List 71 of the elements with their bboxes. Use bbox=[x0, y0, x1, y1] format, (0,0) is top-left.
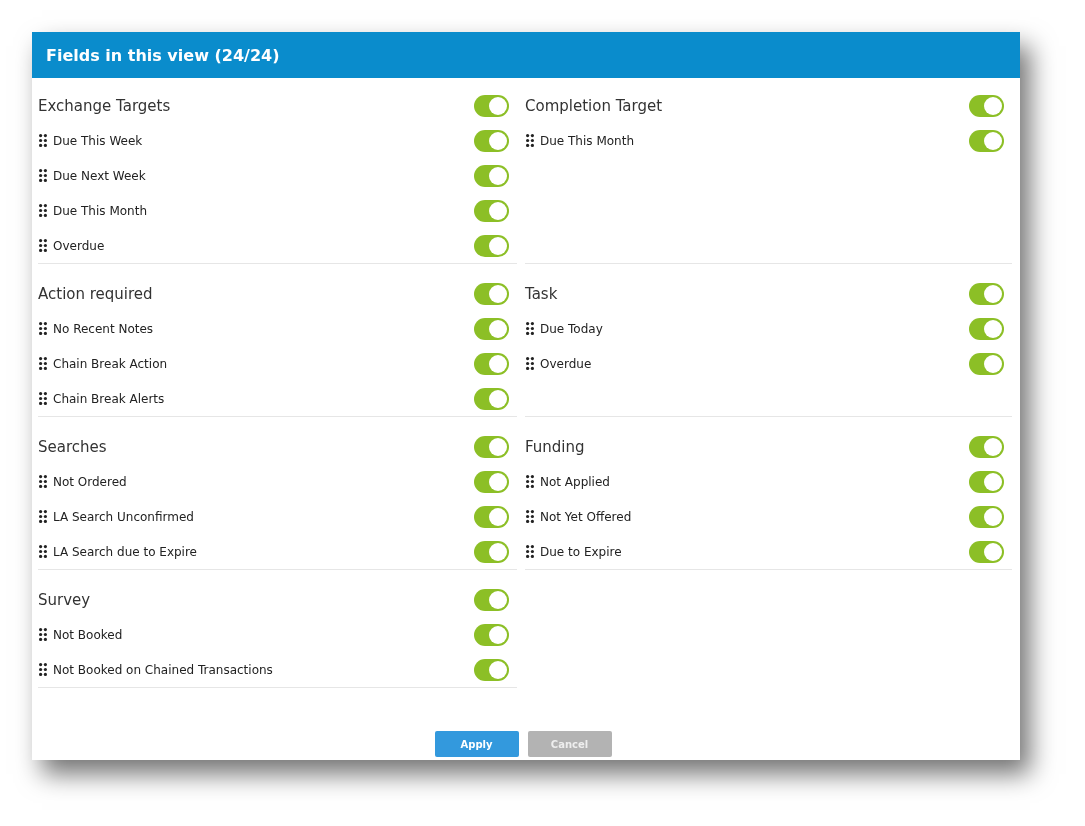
field-label: Due This Month bbox=[540, 133, 635, 148]
dialog-title: Fields in this view (24/24) bbox=[46, 45, 280, 65]
toggle-switch[interactable] bbox=[969, 505, 1004, 528]
section-title: Funding bbox=[525, 437, 586, 456]
toggle-switch[interactable] bbox=[474, 199, 509, 222]
section-title: Exchange Targets bbox=[38, 96, 172, 115]
drag-handle-icon[interactable] bbox=[39, 134, 47, 147]
toggle-switch[interactable] bbox=[474, 129, 509, 152]
drag-handle-icon[interactable] bbox=[526, 322, 534, 335]
toggle-switch[interactable] bbox=[474, 164, 509, 187]
section-title: Task bbox=[525, 284, 559, 303]
toggle-switch[interactable] bbox=[474, 588, 509, 611]
drag-handle-icon[interactable] bbox=[39, 510, 47, 523]
drag-handle-icon[interactable] bbox=[526, 134, 534, 147]
field-label: Due This Month bbox=[53, 203, 148, 218]
toggle-switch[interactable] bbox=[474, 658, 509, 681]
drag-handle-icon[interactable] bbox=[39, 628, 47, 641]
drag-handle-icon[interactable] bbox=[39, 545, 47, 558]
drag-handle-icon[interactable] bbox=[39, 392, 47, 405]
toggle-switch[interactable] bbox=[474, 317, 509, 340]
drag-handle-icon[interactable] bbox=[39, 239, 47, 252]
field-label: LA Search due to Expire bbox=[53, 544, 198, 559]
field-label: Due to Expire bbox=[540, 544, 623, 559]
toggle-switch[interactable] bbox=[474, 282, 509, 305]
field-label: Not Booked bbox=[53, 627, 124, 642]
field-label: Not Booked on Chained Transactions bbox=[53, 662, 274, 677]
toggle-switch[interactable] bbox=[474, 94, 509, 117]
drag-handle-icon[interactable] bbox=[39, 357, 47, 370]
toggle-switch[interactable] bbox=[474, 435, 509, 458]
drag-handle-icon[interactable] bbox=[526, 510, 534, 523]
field-label: Chain Break Action bbox=[53, 356, 169, 371]
toggle-switch[interactable] bbox=[969, 352, 1004, 375]
field-label: No Recent Notes bbox=[53, 321, 155, 336]
toggle-switch[interactable] bbox=[474, 470, 509, 493]
toggle-switch[interactable] bbox=[474, 540, 509, 563]
drag-handle-icon[interactable] bbox=[526, 357, 534, 370]
toggle-switch[interactable] bbox=[969, 94, 1004, 117]
drag-handle-icon[interactable] bbox=[39, 475, 47, 488]
section-title: Action required bbox=[38, 284, 154, 303]
toggle-switch[interactable] bbox=[474, 234, 509, 257]
cancel-button[interactable]: Cancel bbox=[527, 731, 612, 757]
field-label: Overdue bbox=[53, 238, 106, 253]
field-label: Overdue bbox=[540, 356, 593, 371]
drag-handle-icon[interactable] bbox=[39, 169, 47, 182]
toggle-switch[interactable] bbox=[474, 505, 509, 528]
field-label: Chain Break Alerts bbox=[53, 391, 166, 406]
drag-handle-icon[interactable] bbox=[39, 322, 47, 335]
field-label: Due This Week bbox=[53, 133, 144, 148]
toggle-switch[interactable] bbox=[969, 435, 1004, 458]
toggle-switch[interactable] bbox=[969, 282, 1004, 305]
drag-handle-icon[interactable] bbox=[39, 204, 47, 217]
toggle-switch[interactable] bbox=[474, 387, 509, 410]
apply-button[interactable]: Apply bbox=[434, 731, 519, 757]
section-title: Survey bbox=[38, 590, 92, 609]
field-label: Not Ordered bbox=[53, 474, 128, 489]
drag-handle-icon[interactable] bbox=[39, 663, 47, 676]
toggle-switch[interactable] bbox=[969, 540, 1004, 563]
section-title: Searches bbox=[38, 437, 108, 456]
toggle-switch[interactable] bbox=[969, 470, 1004, 493]
toggle-switch[interactable] bbox=[474, 623, 509, 646]
toggle-switch[interactable] bbox=[474, 352, 509, 375]
field-label: Due Next Week bbox=[53, 168, 147, 183]
drag-handle-icon[interactable] bbox=[526, 545, 534, 558]
field-label: Due Today bbox=[540, 321, 604, 336]
toggle-switch[interactable] bbox=[969, 317, 1004, 340]
field-label: Not Applied bbox=[540, 474, 611, 489]
field-label: LA Search Unconfirmed bbox=[53, 509, 195, 524]
field-label: Not Yet Offered bbox=[540, 509, 633, 524]
drag-handle-icon[interactable] bbox=[526, 475, 534, 488]
toggle-switch[interactable] bbox=[969, 129, 1004, 152]
section-title: Completion Target bbox=[525, 96, 664, 115]
